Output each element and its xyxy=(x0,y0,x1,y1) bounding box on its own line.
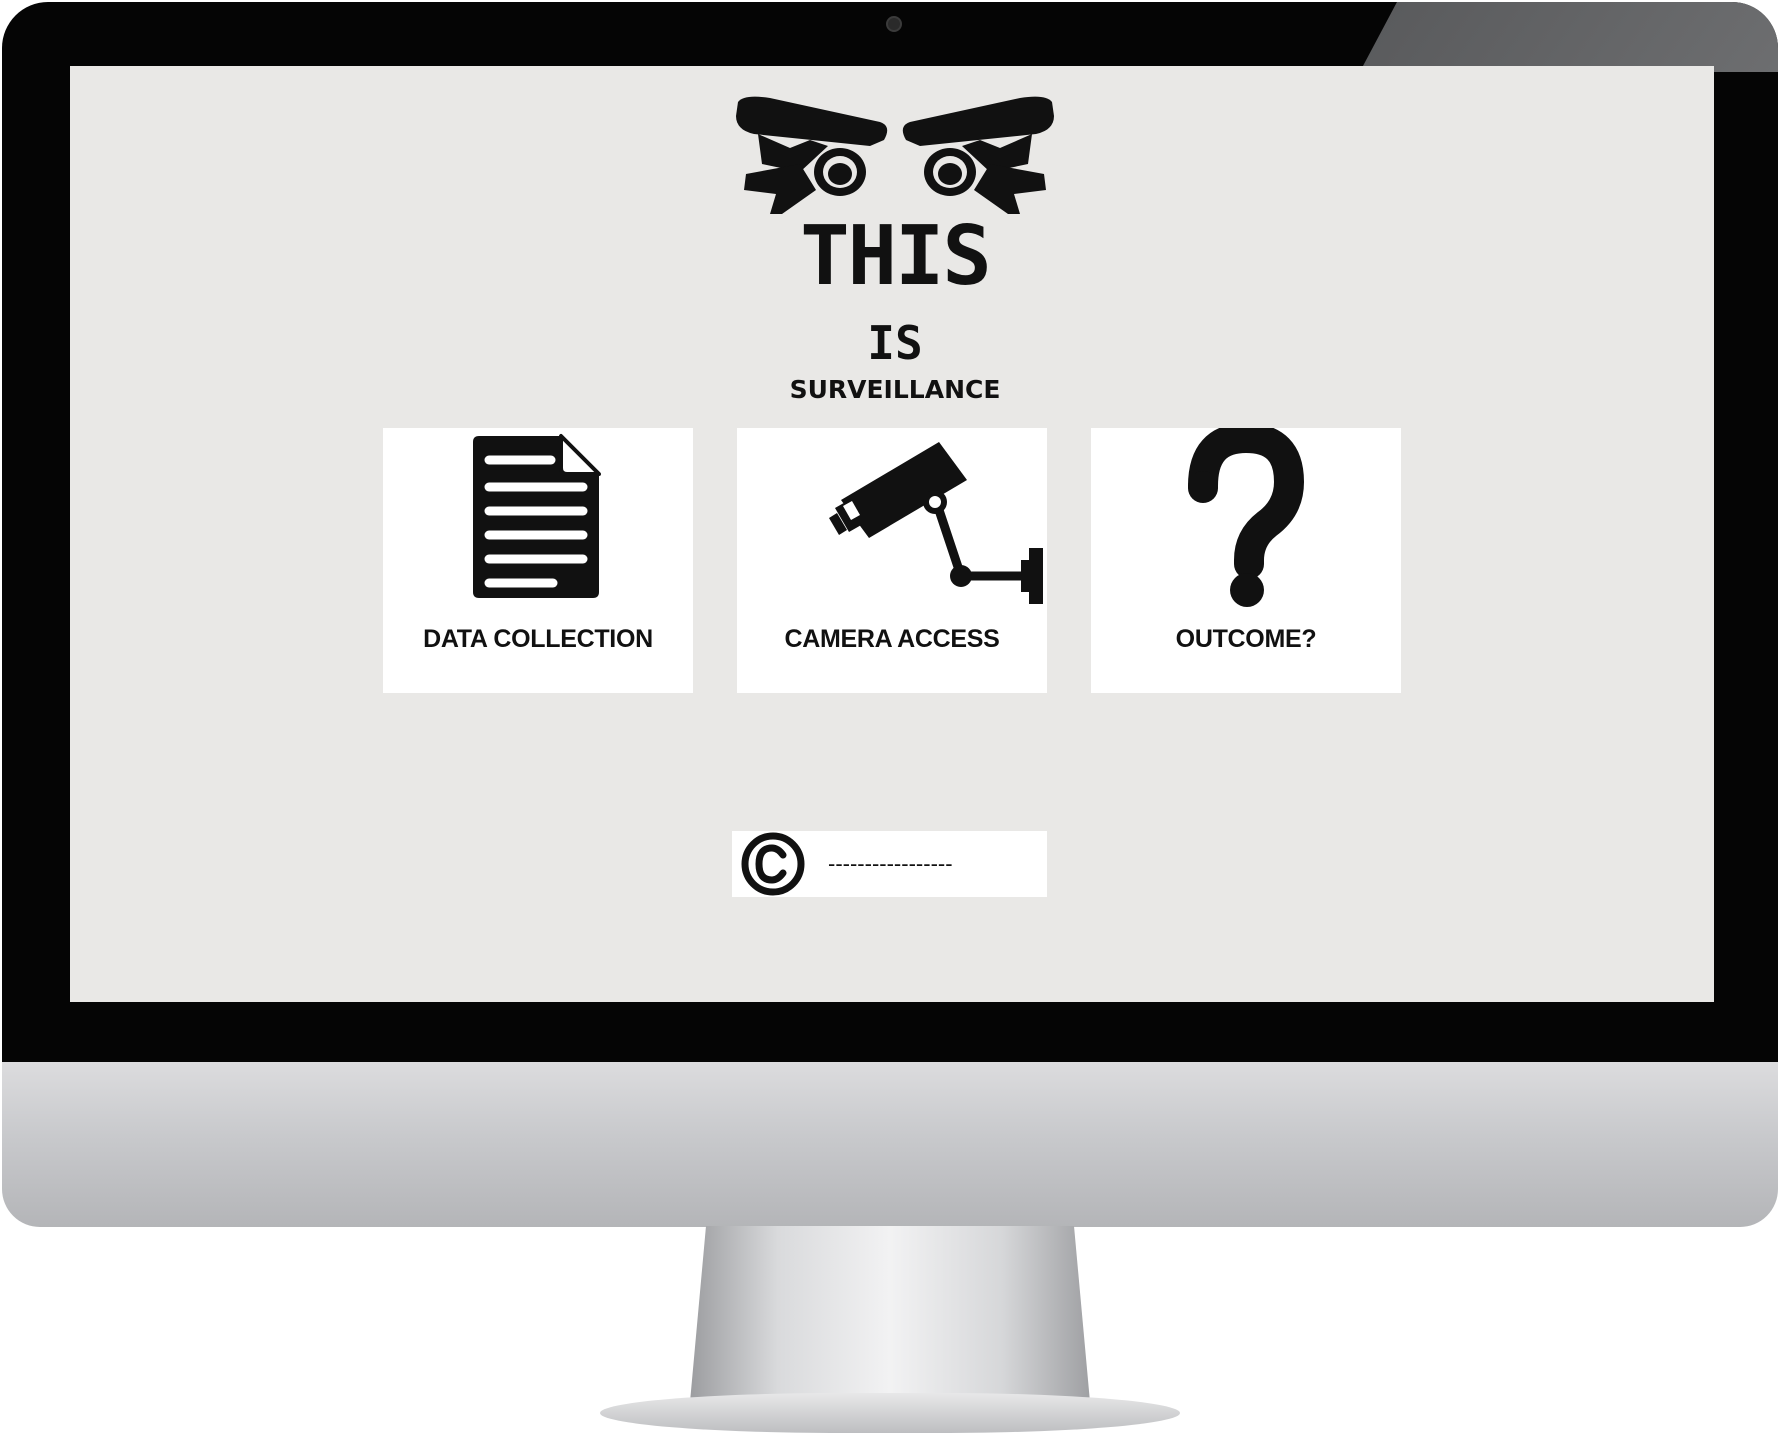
bezel-glare xyxy=(1359,2,1778,72)
tile-label: CAMERA ACCESS xyxy=(784,625,1000,653)
security-camera-icon xyxy=(829,442,1043,604)
security-cameras-icon xyxy=(736,96,1054,214)
monitor-bezel: THIS IS SURVEILLANCE DATA COLLECTION CAM… xyxy=(2,2,1778,1062)
screen: THIS IS SURVEILLANCE DATA COLLECTION CAM… xyxy=(70,66,1714,1002)
logo-title-is: IS xyxy=(867,316,923,370)
logo-title-this: THIS xyxy=(800,209,991,304)
site-logo[interactable]: THIS IS SURVEILLANCE xyxy=(730,94,1060,404)
tile-label: OUTCOME? xyxy=(1175,625,1317,653)
question-mark-icon xyxy=(1188,428,1305,607)
tile-label: DATA COLLECTION xyxy=(423,625,653,653)
tile-camera-access[interactable]: CAMERA ACCESS xyxy=(737,428,1047,693)
monitor-stand-base xyxy=(600,1393,1180,1433)
logo-title-surveillance: SURVEILLANCE xyxy=(789,375,1001,404)
document-icon xyxy=(473,434,601,598)
webcam-icon xyxy=(886,16,902,32)
tile-data-collection[interactable]: DATA COLLECTION xyxy=(383,428,693,693)
monitor-chin xyxy=(2,1062,1778,1227)
footer: ----------------- xyxy=(732,831,1047,897)
tile-outcome[interactable]: OUTCOME? xyxy=(1091,428,1401,693)
monitor-mockup: THIS IS SURVEILLANCE DATA COLLECTION CAM… xyxy=(0,0,1780,1445)
footer-text: ----------------- xyxy=(828,851,953,876)
copyright-icon xyxy=(741,832,805,896)
